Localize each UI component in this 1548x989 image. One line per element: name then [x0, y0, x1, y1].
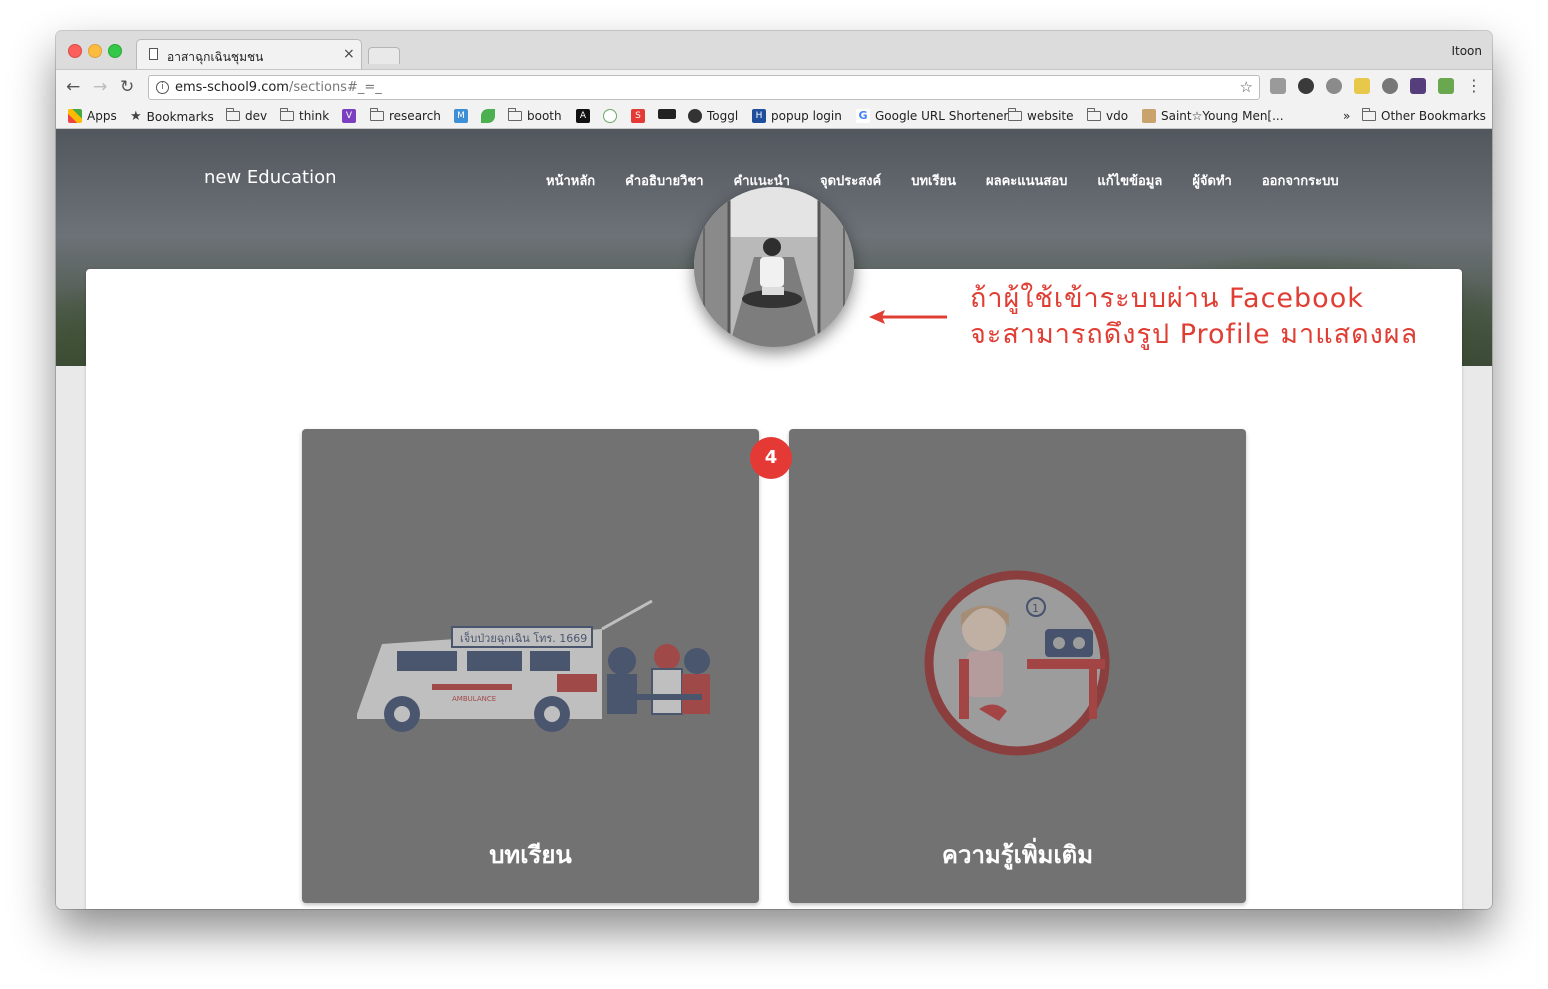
- bookmark-vee[interactable]: V: [342, 109, 356, 123]
- bookmarks-bar: Apps ★ Bookmarks dev think V research M: [56, 105, 1492, 129]
- chrome-menu-icon[interactable]: ⋮: [1466, 76, 1482, 95]
- ambulance-sign-text: เจ็บป่วยฉุกเฉิน โทร. 1669: [460, 631, 587, 645]
- url-host: ems-school9.com: [175, 80, 289, 95]
- h-favicon-icon: H: [752, 109, 766, 123]
- url-text[interactable]: ems-school9.com/sections#_=_: [175, 80, 382, 95]
- bootstrap-extension-icon[interactable]: [1410, 78, 1426, 94]
- bookmark-toggl[interactable]: Toggl: [688, 109, 738, 123]
- profile-photo-icon: [694, 187, 854, 347]
- a-favicon-icon: A: [576, 109, 590, 123]
- annotation-arrow-icon: [869, 310, 947, 324]
- google-extension-icon[interactable]: [1326, 78, 1342, 94]
- bookmark-bbc[interactable]: [658, 109, 676, 119]
- bookmark-google-url-shortener[interactable]: G Google URL Shortener: [856, 109, 1008, 123]
- gear-extension-icon[interactable]: [1382, 78, 1398, 94]
- camera-extension-icon[interactable]: [1270, 78, 1286, 94]
- annotation-text: ถ้าผู้ใช้เข้าระบบผ่าน Facebook จะสามารถด…: [970, 281, 1418, 353]
- tab-title: อาสาฉุกเฉินชุมชน: [167, 50, 264, 64]
- image-extension-icon[interactable]: [1438, 78, 1454, 94]
- ems-favicon-icon: [603, 109, 617, 123]
- nav-lessons[interactable]: บทเรียน: [911, 170, 956, 191]
- toggl-favicon-icon: [688, 109, 702, 123]
- nav-course-description[interactable]: คำอธิบายวิชา: [625, 170, 703, 191]
- folder-icon: [226, 108, 240, 121]
- nav-edit-profile[interactable]: แก้ไขข้อมูล: [1097, 170, 1162, 191]
- folder-icon: [1362, 108, 1376, 121]
- more-knowledge-tile[interactable]: 1 ความรู้เพิ่มเติม: [789, 429, 1246, 903]
- bookmarks-overflow-icon[interactable]: »: [1343, 109, 1350, 123]
- tab-close-icon[interactable]: ×: [343, 46, 355, 62]
- annotation-line-1: ถ้าผู้ใช้เข้าระบบผ่าน Facebook: [970, 283, 1364, 314]
- bookmark-apps[interactable]: Apps: [68, 109, 117, 123]
- folder-icon: [508, 108, 522, 121]
- profile-name[interactable]: Itoon: [1451, 44, 1482, 58]
- m-favicon-icon: M: [454, 109, 468, 123]
- close-window-button[interactable]: [68, 44, 82, 58]
- web-page: new Education หน้าหลัก คำอธิบายวิชา คำแน…: [56, 129, 1492, 909]
- browser-toolbar: ← → ↻ i ems-school9.com/sections#_=_ ☆ ⋮: [56, 69, 1492, 105]
- bookmark-think[interactable]: think: [280, 108, 329, 123]
- bookmark-bookmarks[interactable]: ★ Bookmarks: [130, 109, 214, 124]
- ambulance-illustration-icon: เจ็บป่วยฉุกเฉิน โทร. 1669 AMBULANCE: [357, 599, 710, 732]
- folder-icon: [370, 108, 384, 121]
- bookmark-other-bookmarks[interactable]: Other Bookmarks: [1362, 108, 1486, 123]
- settings-extension-icon[interactable]: [1298, 78, 1314, 94]
- bookmark-m[interactable]: M: [454, 109, 468, 123]
- tab-strip: อาสาฉุกเฉินชุมชน × Itoon: [56, 31, 1492, 69]
- content-card: [86, 269, 1462, 909]
- reload-icon[interactable]: ↻: [120, 77, 134, 97]
- bookmark-popup-login[interactable]: H popup login: [752, 109, 842, 123]
- manga-favicon-icon: [1142, 109, 1156, 123]
- bookmark-star-icon[interactable]: ☆: [1240, 78, 1253, 96]
- apps-grid-icon: [68, 109, 82, 123]
- nav-objectives[interactable]: จุดประสงค์: [820, 170, 881, 191]
- bbc-favicon-icon: [658, 109, 676, 119]
- bookmark-dev[interactable]: dev: [226, 108, 267, 123]
- profile-avatar: [694, 187, 854, 347]
- first-step-illustration-icon: 1: [924, 570, 1110, 756]
- s-favicon-icon: S: [631, 109, 645, 123]
- bookmark-booth[interactable]: booth: [508, 108, 562, 123]
- info-icon[interactable]: i: [156, 81, 169, 94]
- nav-creators[interactable]: ผู้จัดทำ: [1192, 170, 1232, 191]
- minimize-window-button[interactable]: [88, 44, 102, 58]
- folder-icon: [280, 108, 294, 121]
- bookmark-research[interactable]: research: [370, 108, 441, 123]
- nav-logout[interactable]: ออกจากระบบ: [1262, 170, 1339, 191]
- step-number: 1: [1032, 602, 1039, 615]
- nav-exam-scores[interactable]: ผลคะแนนสอบ: [986, 170, 1067, 191]
- notification-badge: 4: [750, 437, 792, 479]
- nav-home[interactable]: หน้าหลัก: [546, 170, 595, 191]
- mascot-extension-icon[interactable]: [1354, 78, 1370, 94]
- bookmark-s[interactable]: S: [631, 109, 645, 123]
- bookmark-saint-young-men[interactable]: Saint☆Young Men[...: [1142, 109, 1284, 123]
- page-icon: [149, 48, 158, 60]
- address-bar[interactable]: i ems-school9.com/sections#_=_ ☆: [148, 75, 1260, 100]
- forward-icon[interactable]: →: [93, 77, 107, 97]
- browser-tab[interactable]: อาสาฉุกเฉินชุมชน ×: [136, 39, 362, 69]
- lessons-tile-label: บทเรียน: [489, 841, 572, 869]
- ambulance-van-text: AMBULANCE: [452, 695, 496, 703]
- more-knowledge-tile-label: ความรู้เพิ่มเติม: [941, 841, 1094, 869]
- leaf-favicon-icon: [481, 109, 495, 123]
- bookmark-leaf[interactable]: [481, 109, 495, 123]
- site-brand[interactable]: new Education: [204, 167, 337, 188]
- bookmark-ems[interactable]: [603, 109, 617, 123]
- back-icon[interactable]: ←: [66, 77, 80, 97]
- lessons-tile[interactable]: เจ็บป่วยฉุกเฉิน โทร. 1669 AMBULANCE บทเร…: [302, 429, 759, 903]
- google-favicon-icon: G: [856, 109, 870, 123]
- vee-favicon-icon: V: [342, 109, 356, 123]
- star-icon: ★: [130, 109, 142, 124]
- new-tab-button[interactable]: [368, 47, 400, 64]
- bookmark-a[interactable]: A: [576, 109, 590, 123]
- url-path: /sections#_=_: [288, 80, 382, 95]
- annotation-line-2: จะสามารถดึงรูป Profile มาแสดงผล: [970, 319, 1419, 350]
- browser-window: อาสาฉุกเฉินชุมชน × Itoon ← → ↻ i ems-sch…: [56, 31, 1492, 909]
- bookmark-website[interactable]: website: [1008, 108, 1074, 123]
- folder-icon: [1008, 108, 1022, 121]
- main-nav: หน้าหลัก คำอธิบายวิชา คำแนะนำ จุดประสงค์…: [546, 170, 1339, 191]
- zoom-window-button[interactable]: [108, 44, 122, 58]
- bookmark-vdo[interactable]: vdo: [1087, 108, 1128, 123]
- folder-icon: [1087, 108, 1101, 121]
